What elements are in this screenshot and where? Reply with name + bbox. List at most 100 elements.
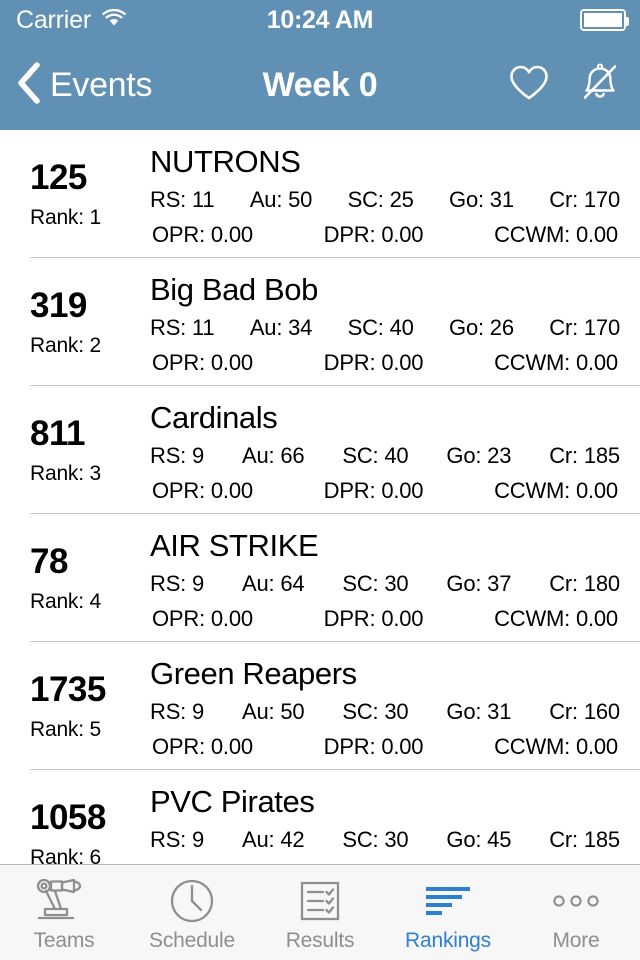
team-stats-primary: RS: 9 Au: 50 SC: 30 Go: 31 Cr: 160	[150, 699, 622, 725]
row-details-column: Cardinals RS: 9 Au: 66 SC: 40 Go: 23 Cr:…	[148, 400, 622, 504]
robot-arm-icon	[33, 878, 95, 924]
stat-go: Go: 37	[446, 570, 512, 596]
stat-cr: Cr: 185	[549, 442, 620, 468]
stat-dpr: DPR: 0.00	[323, 733, 424, 759]
table-row[interactable]: 1735 Rank: 5 Green Reapers RS: 9 Au: 50 …	[30, 642, 640, 770]
bar-ranking-icon	[420, 878, 476, 924]
stat-opr: OPR: 0.00	[152, 221, 253, 247]
row-rank-column: 1058 Rank: 6	[30, 784, 148, 864]
team-stats-advanced: OPR: 0.00 DPR: 0.00 CCWM: 0.00	[150, 862, 622, 864]
stat-au: Au: 50	[249, 186, 313, 212]
tab-teams[interactable]: Teams	[0, 865, 128, 960]
stat-cr: Cr: 170	[549, 314, 620, 340]
stat-sc: SC: 25	[347, 186, 414, 212]
rankings-list[interactable]: 125 Rank: 1 NUTRONS RS: 11 Au: 50 SC: 25…	[0, 130, 640, 864]
team-rank: Rank: 3	[30, 461, 101, 485]
battery-full-icon	[580, 9, 629, 31]
team-number: 319	[30, 286, 87, 325]
clock-icon	[168, 878, 216, 924]
stat-go: Go: 45	[446, 826, 512, 852]
stat-rs: RS: 9	[150, 698, 205, 724]
tab-schedule-label: Schedule	[149, 929, 235, 952]
team-name: AIR STRIKE	[150, 528, 319, 563]
stat-opr: OPR: 0.00	[152, 862, 253, 864]
tab-rankings-label: Rankings	[405, 929, 491, 952]
stat-go: Go: 26	[449, 314, 514, 340]
tab-more[interactable]: More	[512, 865, 640, 960]
stat-au: Au: 42	[242, 826, 305, 852]
navigation-actions	[508, 61, 622, 110]
row-details-column: AIR STRIKE RS: 9 Au: 64 SC: 30 Go: 37 Cr…	[148, 528, 622, 632]
team-rank: Rank: 1	[30, 205, 101, 229]
tab-teams-label: Teams	[33, 929, 95, 952]
row-rank-column: 125 Rank: 1	[30, 144, 148, 230]
stat-opr: OPR: 0.00	[152, 477, 253, 503]
stat-rs: RS: 9	[150, 442, 205, 468]
stat-dpr: DPR: 0.00	[323, 349, 424, 375]
stat-au: Au: 66	[242, 442, 305, 468]
row-rank-column: 78 Rank: 4	[30, 528, 148, 614]
stat-dpr: DPR: 0.00	[323, 221, 424, 247]
row-details-column: NUTRONS RS: 11 Au: 50 SC: 25 Go: 31 Cr: …	[148, 144, 622, 248]
stat-rs: RS: 11	[150, 186, 215, 212]
team-number: 125	[30, 158, 87, 197]
team-stats-advanced: OPR: 0.00 DPR: 0.00 CCWM: 0.00	[150, 606, 622, 632]
stat-ccwm: CCWM: 0.00	[494, 349, 618, 375]
team-number: 1058	[30, 798, 106, 837]
row-details-column: Big Bad Bob RS: 11 Au: 34 SC: 40 Go: 26 …	[148, 272, 622, 376]
stat-go: Go: 31	[449, 186, 514, 212]
app-root: Carrier 10:24 AM Events Week 0 125 Rank:…	[0, 0, 640, 960]
stat-dpr: DPR: 0.00	[323, 605, 424, 631]
favorite-button[interactable]	[508, 64, 550, 107]
stat-sc: SC: 40	[347, 314, 414, 340]
team-stats-primary: RS: 9 Au: 42 SC: 30 Go: 45 Cr: 185	[150, 827, 622, 853]
table-row[interactable]: 1058 Rank: 6 PVC Pirates RS: 9 Au: 42 SC…	[30, 770, 640, 864]
team-stats-primary: RS: 9 Au: 66 SC: 40 Go: 23 Cr: 185	[150, 443, 622, 469]
stat-go: Go: 23	[446, 442, 512, 468]
tab-rankings[interactable]: Rankings	[384, 865, 512, 960]
notifications-button[interactable]	[578, 61, 622, 110]
stat-au: Au: 34	[249, 314, 313, 340]
stat-sc: SC: 40	[342, 442, 409, 468]
ellipsis-icon	[548, 878, 604, 924]
table-row[interactable]: 319 Rank: 2 Big Bad Bob RS: 11 Au: 34 SC…	[30, 258, 640, 386]
status-bar-right	[580, 9, 629, 31]
table-row[interactable]: 78 Rank: 4 AIR STRIKE RS: 9 Au: 64 SC: 3…	[30, 514, 640, 642]
team-number: 811	[30, 414, 85, 453]
team-rank: Rank: 6	[30, 845, 101, 864]
stat-sc: SC: 30	[342, 570, 409, 596]
team-number: 1735	[30, 670, 106, 709]
row-rank-column: 811 Rank: 3	[30, 400, 148, 486]
team-rank: Rank: 5	[30, 717, 101, 741]
back-button[interactable]: Events	[0, 61, 152, 110]
team-name: NUTRONS	[150, 144, 301, 179]
tab-schedule[interactable]: Schedule	[128, 865, 256, 960]
stat-opr: OPR: 0.00	[152, 605, 253, 631]
team-stats-advanced: OPR: 0.00 DPR: 0.00 CCWM: 0.00	[150, 734, 622, 760]
team-stats-advanced: OPR: 0.00 DPR: 0.00 CCWM: 0.00	[150, 222, 622, 248]
status-bar: Carrier 10:24 AM	[0, 0, 640, 40]
tab-more-label: More	[552, 929, 600, 952]
tab-results[interactable]: Results	[256, 865, 384, 960]
row-details-column: Green Reapers RS: 9 Au: 50 SC: 30 Go: 31…	[148, 656, 622, 760]
stat-ccwm: CCWM: 0.00	[494, 862, 618, 864]
stat-ccwm: CCWM: 0.00	[494, 221, 618, 247]
stat-dpr: DPR: 0.00	[324, 862, 424, 864]
team-name: Cardinals	[150, 400, 278, 435]
stat-opr: OPR: 0.00	[152, 733, 253, 759]
stat-cr: Cr: 180	[549, 570, 620, 596]
stat-cr: Cr: 170	[549, 186, 620, 212]
team-stats-advanced: OPR: 0.00 DPR: 0.00 CCWM: 0.00	[150, 478, 622, 504]
team-number: 78	[30, 542, 68, 581]
table-row[interactable]: 125 Rank: 1 NUTRONS RS: 11 Au: 50 SC: 25…	[30, 130, 640, 258]
status-bar-clock: 10:24 AM	[266, 5, 374, 34]
team-name: PVC Pirates	[150, 784, 315, 819]
team-stats-primary: RS: 11 Au: 50 SC: 25 Go: 31 Cr: 170	[150, 187, 622, 213]
stat-ccwm: CCWM: 0.00	[494, 477, 618, 503]
stat-sc: SC: 30	[342, 698, 409, 724]
team-stats-advanced: OPR: 0.00 DPR: 0.00 CCWM: 0.00	[150, 350, 622, 376]
stat-opr: OPR: 0.00	[152, 349, 253, 375]
table-row[interactable]: 811 Rank: 3 Cardinals RS: 9 Au: 66 SC: 4…	[30, 386, 640, 514]
stat-cr: Cr: 185	[549, 826, 620, 852]
stat-au: Au: 64	[242, 570, 305, 596]
